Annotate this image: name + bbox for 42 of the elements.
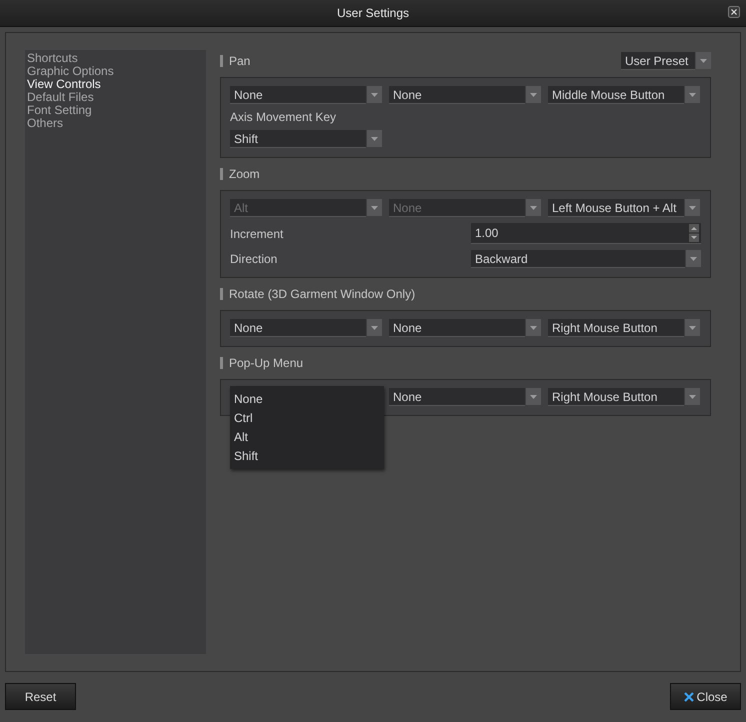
section-marker xyxy=(220,288,223,300)
section-title: Rotate (3D Garment Window Only) xyxy=(229,287,416,301)
sidebar-item[interactable]: Default Files xyxy=(27,91,204,104)
dropdown-field[interactable]: None xyxy=(230,86,366,104)
dropdown-field: Alt xyxy=(230,199,366,217)
dropdown-field[interactable]: Middle Mouse Button xyxy=(548,86,684,104)
section-marker xyxy=(220,357,223,369)
sidebar-item[interactable]: View Controls xyxy=(27,78,204,91)
section-marker xyxy=(220,55,223,67)
section-marker xyxy=(220,168,223,180)
number-field[interactable]: 1.00 xyxy=(471,223,701,244)
dropdown-field[interactable]: User Preset xyxy=(621,52,695,70)
sidebar-item[interactable]: Shortcuts xyxy=(27,52,204,65)
section-title: Zoom xyxy=(229,167,260,181)
dropdown-field[interactable]: Right Mouse Button xyxy=(548,319,684,337)
field-label: Increment xyxy=(230,226,284,240)
section-title: Pan xyxy=(229,54,250,68)
dropdown-field[interactable]: Right Mouse Button xyxy=(548,388,684,406)
field-label: Direction xyxy=(230,252,278,266)
close-icon xyxy=(684,692,694,702)
section-title: Pop-Up Menu xyxy=(229,356,304,370)
dropdown-field[interactable]: None xyxy=(230,319,366,337)
close-button[interactable]: Close xyxy=(670,683,741,710)
close-icon[interactable] xyxy=(728,6,740,18)
sidebar-item[interactable]: Font Setting xyxy=(27,104,204,117)
dropdown-field[interactable]: None xyxy=(389,319,525,337)
dropdown-field[interactable]: None xyxy=(389,86,525,104)
dropdown-field[interactable]: Left Mouse Button + Alt xyxy=(548,199,684,217)
spinner-arrows-icon[interactable] xyxy=(689,224,699,242)
field-label: Axis Movement Key xyxy=(230,110,338,124)
sidebar-item[interactable]: Graphic Options xyxy=(27,65,204,78)
menu-item[interactable]: Ctrl xyxy=(230,409,384,428)
menu-item[interactable]: Alt xyxy=(230,428,384,447)
window-title: User Settings xyxy=(336,6,410,20)
reset-button[interactable]: Reset xyxy=(5,683,76,710)
dropdown-field[interactable]: None xyxy=(389,388,525,406)
dropdown-field: None xyxy=(389,199,525,217)
dropdown-field[interactable]: Shift xyxy=(230,130,366,148)
menu-item[interactable]: Shift xyxy=(230,447,384,466)
menu-item[interactable]: None xyxy=(230,390,384,409)
sidebar-item[interactable]: Others xyxy=(27,117,204,130)
dropdown-field[interactable]: Backward xyxy=(471,250,685,268)
